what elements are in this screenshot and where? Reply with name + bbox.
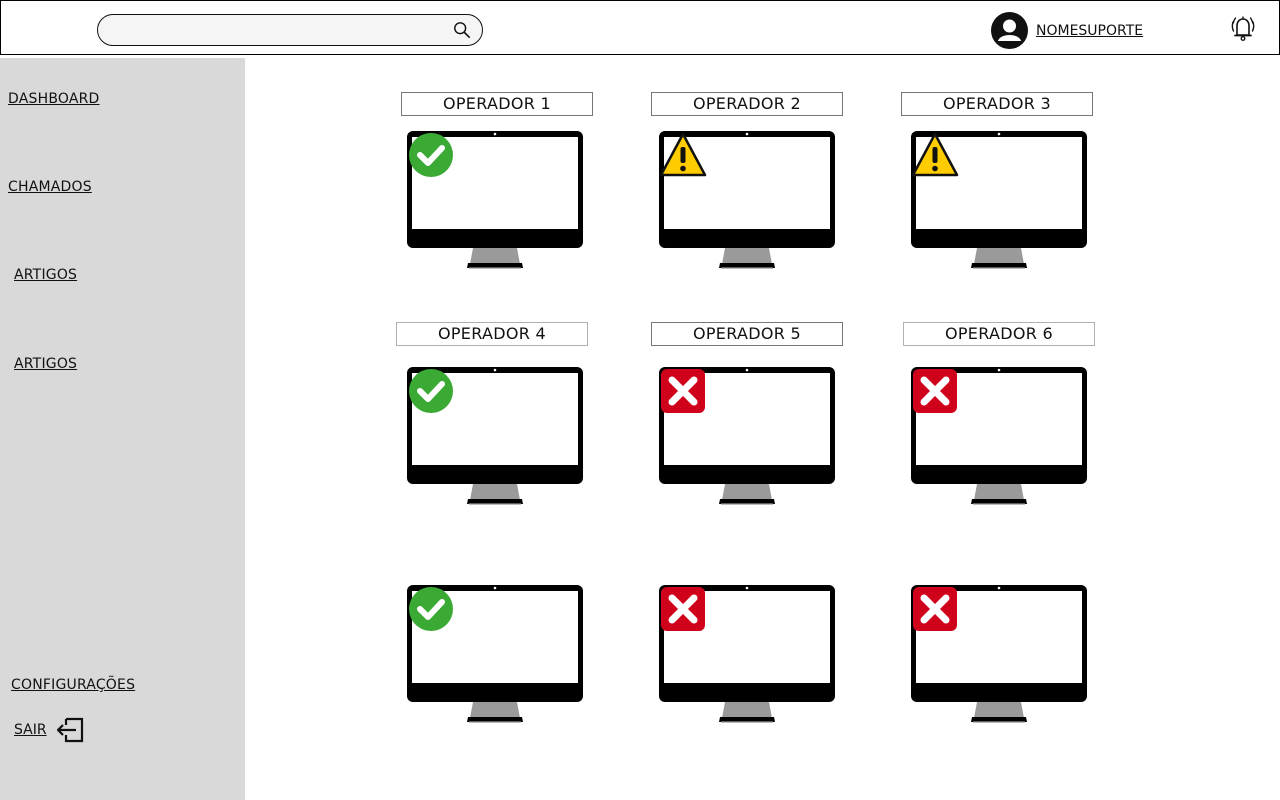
- warning-triangle-icon: [659, 132, 707, 177]
- check-circle-icon: [409, 369, 453, 413]
- sidebar: DASHBOARD CHAMADOS ARTIGOS ARTIGOS CONFI…: [0, 58, 245, 800]
- operator-monitor[interactable]: [407, 367, 583, 505]
- avatar-icon: [991, 12, 1028, 49]
- operator-monitor[interactable]: [911, 131, 1087, 269]
- operator-label: OPERADOR 3: [901, 92, 1093, 116]
- warning-triangle-icon: [911, 132, 959, 177]
- check-circle-icon: [409, 587, 453, 631]
- sidebar-item-configuracoes[interactable]: CONFIGURAÇÕES: [11, 677, 135, 693]
- x-square-icon: [913, 587, 957, 631]
- sidebar-item-artigos[interactable]: ARTIGOS: [14, 267, 77, 283]
- operator-label: OPERADOR 5: [651, 322, 843, 346]
- operator-monitor[interactable]: [911, 367, 1087, 505]
- operator-monitor[interactable]: [659, 367, 835, 505]
- search-bar[interactable]: [97, 14, 483, 46]
- check-circle-icon: [409, 133, 453, 177]
- x-square-icon: [661, 587, 705, 631]
- operator-monitor[interactable]: [407, 585, 583, 723]
- operator-monitor[interactable]: [659, 131, 835, 269]
- logout-label: SAIR: [14, 722, 47, 738]
- user-name[interactable]: NOMESUPORTE: [1036, 23, 1143, 39]
- x-square-icon: [661, 369, 705, 413]
- exit-icon: [56, 717, 83, 743]
- operator-label: OPERADOR 4: [396, 322, 588, 346]
- search-icon[interactable]: [453, 21, 471, 39]
- operator-monitor[interactable]: [911, 585, 1087, 723]
- bell-icon[interactable]: [1228, 13, 1258, 43]
- operator-label: OPERADOR 6: [903, 322, 1095, 346]
- search-input[interactable]: [112, 19, 442, 41]
- operator-monitor[interactable]: [407, 131, 583, 269]
- user-menu[interactable]: NOMESUPORTE: [991, 12, 1143, 49]
- logout-button[interactable]: SAIR: [14, 716, 85, 744]
- x-square-icon: [913, 369, 957, 413]
- sidebar-item-dashboard[interactable]: DASHBOARD: [8, 91, 100, 107]
- operator-label: OPERADOR 2: [651, 92, 843, 116]
- sidebar-item-artigos-2[interactable]: ARTIGOS: [14, 356, 77, 372]
- operator-label: OPERADOR 1: [401, 92, 593, 116]
- sidebar-item-chamados[interactable]: CHAMADOS: [8, 179, 92, 195]
- operator-monitor[interactable]: [659, 585, 835, 723]
- top-header: NOMESUPORTE: [0, 0, 1280, 55]
